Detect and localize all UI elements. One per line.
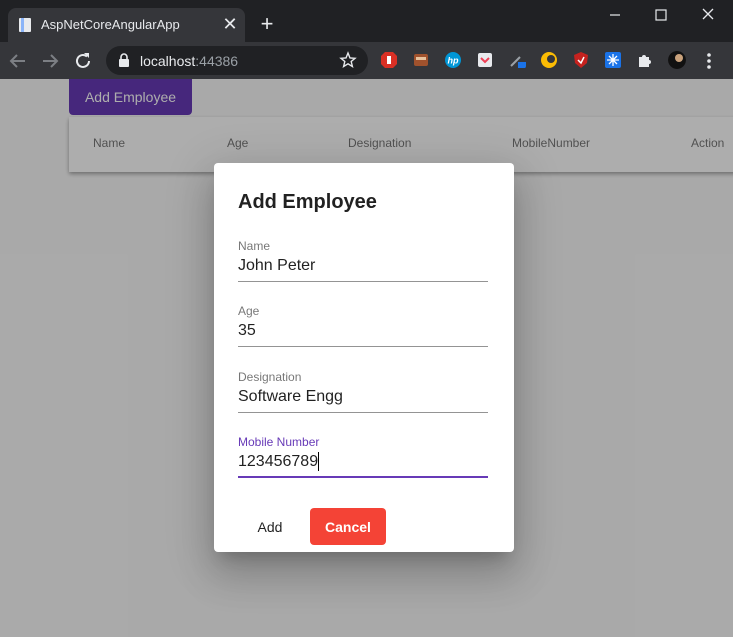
new-tab-icon[interactable]: +	[256, 13, 278, 36]
mobile-number-input[interactable]	[238, 451, 488, 473]
yellow-extension-icon[interactable]	[540, 51, 558, 69]
lock-icon[interactable]	[117, 53, 131, 68]
browser-toolbar: localhost:44386 hp	[0, 42, 733, 79]
field-underline	[238, 346, 488, 347]
close-tab-icon[interactable]: ✕	[220, 14, 240, 34]
document-icon	[19, 18, 31, 32]
svg-text:hp: hp	[448, 56, 459, 66]
page-content: Add Employee Name Age Designation Mobile…	[0, 79, 733, 637]
red-shield-extension-icon[interactable]	[572, 51, 590, 69]
age-input[interactable]	[238, 320, 488, 342]
close-window-icon[interactable]	[695, 4, 721, 26]
field-underline	[238, 281, 488, 282]
tab-title: AspNetCoreAngularApp	[41, 17, 180, 32]
name-field-label: Name	[238, 239, 271, 253]
dialog-add-button[interactable]: Add	[238, 509, 302, 545]
bookmark-star-icon[interactable]	[339, 51, 357, 69]
maximize-icon[interactable]	[648, 4, 674, 26]
hp-extension-icon[interactable]: hp	[444, 51, 462, 69]
snowflake-extension-icon[interactable]	[604, 51, 622, 69]
url-port: :44386	[195, 53, 239, 69]
mobile-number-field: Mobile Number	[238, 435, 488, 485]
add-employee-dialog: Add Employee Name Age Designation Mobile…	[214, 163, 514, 552]
dialog-cancel-button[interactable]: Cancel	[310, 508, 386, 545]
minimize-icon[interactable]	[602, 4, 628, 26]
more-menu-icon[interactable]	[700, 51, 718, 71]
adblock-extension-icon[interactable]	[380, 51, 398, 69]
designation-input[interactable]	[238, 386, 488, 408]
mobile-number-field-label: Mobile Number	[238, 435, 320, 449]
name-field: Name	[238, 239, 488, 289]
name-input[interactable]	[238, 255, 488, 277]
pocket-extension-icon[interactable]	[476, 51, 494, 69]
reload-icon[interactable]	[71, 49, 95, 73]
age-field: Age	[238, 304, 488, 354]
eyedropper-extension-icon[interactable]	[508, 51, 526, 69]
forward-arrow-icon[interactable]	[38, 49, 62, 73]
browser-tab[interactable]: AspNetCoreAngularApp ✕	[8, 8, 245, 42]
profile-avatar-icon[interactable]	[668, 51, 686, 69]
dialog-title: Add Employee	[238, 191, 377, 213]
text-caret	[318, 452, 319, 471]
field-underline-focused	[238, 476, 488, 478]
designation-field-label: Designation	[238, 370, 302, 384]
back-arrow-icon[interactable]	[6, 49, 30, 73]
puzzle-extensions-icon[interactable]	[636, 51, 654, 69]
designation-field: Designation	[238, 370, 488, 420]
url-text[interactable]: localhost:44386	[140, 53, 238, 69]
browser-titlebar: AspNetCoreAngularApp ✕ +	[0, 0, 733, 42]
address-bar[interactable]: localhost:44386	[106, 46, 368, 75]
field-underline	[238, 412, 488, 413]
age-field-label: Age	[238, 304, 260, 318]
url-host: localhost	[140, 53, 196, 69]
library-extension-icon[interactable]	[412, 51, 430, 69]
